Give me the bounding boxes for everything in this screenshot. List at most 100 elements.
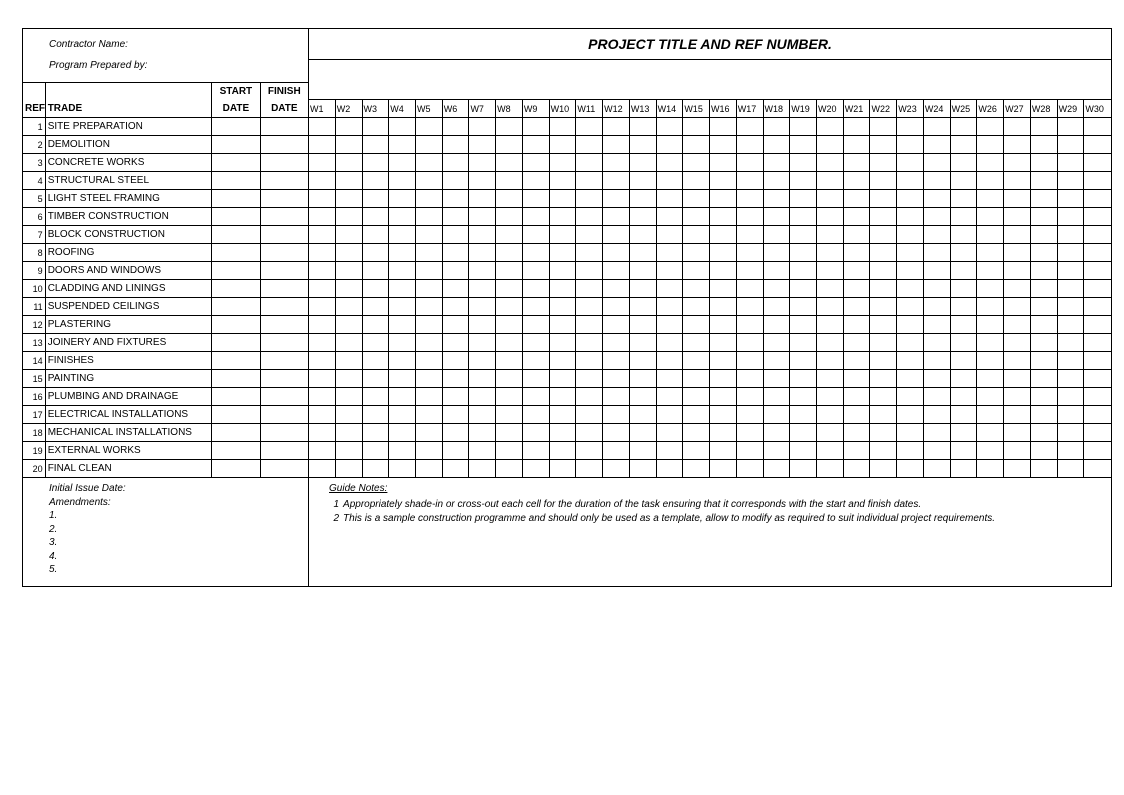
week-cell[interactable] (843, 190, 870, 208)
week-cell[interactable] (950, 316, 977, 334)
week-cell[interactable] (923, 190, 950, 208)
week-cell[interactable] (736, 208, 763, 226)
week-cell[interactable] (603, 244, 630, 262)
week-cell[interactable] (950, 154, 977, 172)
week-cell[interactable] (870, 406, 897, 424)
week-cell[interactable] (362, 190, 389, 208)
week-cell[interactable] (415, 406, 442, 424)
week-cell[interactable] (870, 154, 897, 172)
week-cell[interactable] (710, 208, 737, 226)
week-cell[interactable] (816, 352, 843, 370)
week-cell[interactable] (335, 280, 362, 298)
week-cell[interactable] (415, 352, 442, 370)
week-cell[interactable] (576, 118, 603, 136)
week-cell[interactable] (415, 190, 442, 208)
week-cell[interactable] (683, 460, 710, 478)
week-cell[interactable] (469, 370, 496, 388)
week-cell[interactable] (1057, 172, 1084, 190)
week-cell[interactable] (816, 280, 843, 298)
start-date-cell[interactable] (212, 298, 260, 316)
week-cell[interactable] (843, 226, 870, 244)
week-cell[interactable] (870, 136, 897, 154)
week-cell[interactable] (950, 406, 977, 424)
week-cell[interactable] (469, 388, 496, 406)
week-cell[interactable] (923, 226, 950, 244)
week-cell[interactable] (870, 460, 897, 478)
week-cell[interactable] (469, 442, 496, 460)
finish-date-cell[interactable] (260, 208, 308, 226)
finish-date-cell[interactable] (260, 118, 308, 136)
week-cell[interactable] (656, 460, 683, 478)
week-cell[interactable] (950, 352, 977, 370)
week-cell[interactable] (549, 226, 576, 244)
week-cell[interactable] (1084, 388, 1111, 406)
week-cell[interactable] (629, 298, 656, 316)
week-cell[interactable] (870, 172, 897, 190)
week-cell[interactable] (763, 226, 790, 244)
week-cell[interactable] (522, 172, 549, 190)
week-cell[interactable] (549, 190, 576, 208)
week-cell[interactable] (736, 298, 763, 316)
week-cell[interactable] (656, 316, 683, 334)
week-cell[interactable] (1057, 262, 1084, 280)
week-cell[interactable] (522, 118, 549, 136)
week-cell[interactable] (335, 226, 362, 244)
week-cell[interactable] (950, 136, 977, 154)
week-cell[interactable] (1030, 460, 1057, 478)
week-cell[interactable] (897, 352, 924, 370)
week-cell[interactable] (1004, 190, 1031, 208)
week-cell[interactable] (335, 406, 362, 424)
week-cell[interactable] (870, 280, 897, 298)
week-cell[interactable] (335, 244, 362, 262)
week-cell[interactable] (950, 442, 977, 460)
week-cell[interactable] (683, 154, 710, 172)
week-cell[interactable] (790, 316, 817, 334)
week-cell[interactable] (656, 334, 683, 352)
week-cell[interactable] (1084, 154, 1111, 172)
week-cell[interactable] (870, 190, 897, 208)
week-cell[interactable] (1030, 298, 1057, 316)
week-cell[interactable] (790, 442, 817, 460)
week-cell[interactable] (335, 334, 362, 352)
week-cell[interactable] (897, 370, 924, 388)
week-cell[interactable] (469, 298, 496, 316)
week-cell[interactable] (816, 190, 843, 208)
week-cell[interactable] (897, 190, 924, 208)
week-cell[interactable] (656, 352, 683, 370)
week-cell[interactable] (1057, 208, 1084, 226)
week-cell[interactable] (816, 424, 843, 442)
week-cell[interactable] (790, 406, 817, 424)
week-cell[interactable] (790, 370, 817, 388)
week-cell[interactable] (1004, 334, 1031, 352)
week-cell[interactable] (683, 280, 710, 298)
week-cell[interactable] (629, 334, 656, 352)
week-cell[interactable] (816, 406, 843, 424)
week-cell[interactable] (442, 136, 469, 154)
week-cell[interactable] (629, 406, 656, 424)
week-cell[interactable] (442, 352, 469, 370)
week-cell[interactable] (469, 352, 496, 370)
week-cell[interactable] (389, 244, 416, 262)
start-date-cell[interactable] (212, 460, 260, 478)
week-cell[interactable] (816, 316, 843, 334)
week-cell[interactable] (870, 262, 897, 280)
week-cell[interactable] (603, 208, 630, 226)
week-cell[interactable] (950, 208, 977, 226)
week-cell[interactable] (977, 334, 1004, 352)
week-cell[interactable] (522, 190, 549, 208)
week-cell[interactable] (923, 262, 950, 280)
week-cell[interactable] (736, 388, 763, 406)
finish-date-cell[interactable] (260, 316, 308, 334)
week-cell[interactable] (629, 208, 656, 226)
week-cell[interactable] (362, 298, 389, 316)
week-cell[interactable] (710, 172, 737, 190)
week-cell[interactable] (683, 262, 710, 280)
week-cell[interactable] (629, 172, 656, 190)
week-cell[interactable] (335, 370, 362, 388)
week-cell[interactable] (977, 208, 1004, 226)
week-cell[interactable] (1084, 190, 1111, 208)
start-date-cell[interactable] (212, 262, 260, 280)
start-date-cell[interactable] (212, 208, 260, 226)
week-cell[interactable] (576, 208, 603, 226)
week-cell[interactable] (309, 172, 336, 190)
